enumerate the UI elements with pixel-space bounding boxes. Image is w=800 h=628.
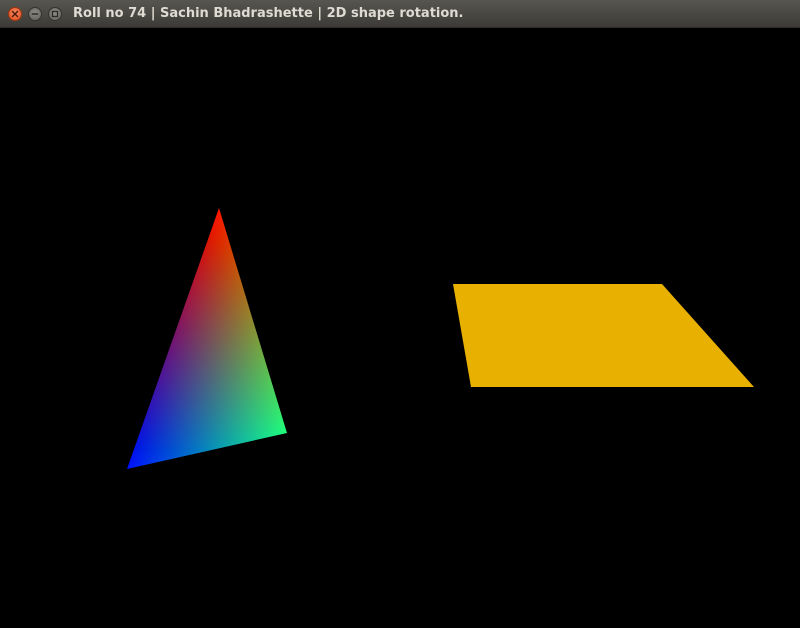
application-window: Roll no 74 | Sachin Bhadrashette | 2D sh…: [0, 0, 800, 628]
close-icon: [11, 10, 19, 18]
close-button[interactable]: [8, 7, 22, 21]
yellow-quadrilateral: [453, 284, 754, 387]
minimize-button[interactable]: [28, 7, 42, 21]
window-title: Roll no 74 | Sachin Bhadrashette | 2D sh…: [73, 6, 464, 21]
title-bar[interactable]: Roll no 74 | Sachin Bhadrashette | 2D sh…: [0, 0, 800, 28]
maximize-button[interactable]: [48, 7, 62, 21]
color-triangle: [127, 208, 287, 469]
minimize-icon: [31, 13, 39, 15]
opengl-canvas[interactable]: [0, 28, 800, 628]
scene-svg: [127, 208, 754, 469]
maximize-icon: [51, 10, 59, 18]
